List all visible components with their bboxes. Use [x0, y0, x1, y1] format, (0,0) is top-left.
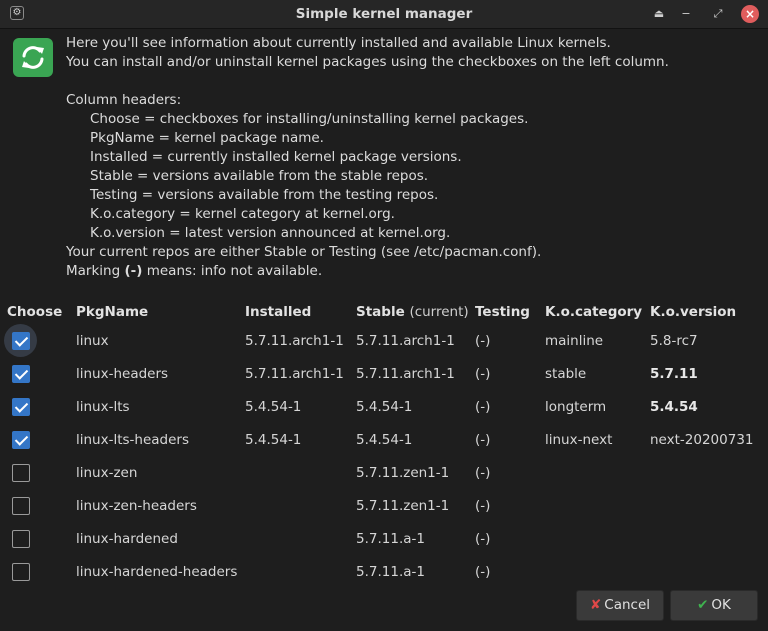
- header-installed: Installed: [245, 304, 312, 320]
- row-checkbox[interactable]: [12, 398, 30, 416]
- cancel-icon: ✘: [589, 597, 602, 613]
- cancel-label: Cancel: [604, 597, 651, 613]
- cell-stable: 5.7.11.zen1-1: [356, 498, 450, 514]
- marking-pre: Marking: [66, 263, 125, 279]
- cell-koversion: 5.4.54: [650, 399, 698, 415]
- column-desc: PkgName = kernel package name.: [90, 130, 324, 146]
- cell-stable: 5.4.54-1: [356, 399, 413, 415]
- header-pkgname: PkgName: [76, 304, 149, 320]
- row-checkbox[interactable]: [12, 365, 30, 383]
- cell-pkgname: linux: [76, 333, 109, 349]
- repos-note: Your current repos are either Stable or …: [66, 244, 542, 260]
- cell-installed: 5.4.54-1: [245, 399, 302, 415]
- cell-testing: (-): [475, 366, 491, 382]
- cell-stable: 5.7.11.zen1-1: [356, 465, 450, 481]
- header-stable: Stable (current): [356, 304, 469, 320]
- marking-post: means: info not available.: [142, 263, 323, 279]
- cell-stable: 5.7.11.arch1-1: [356, 366, 455, 382]
- cell-installed: 5.7.11.arch1-1: [245, 333, 344, 349]
- ok-icon: ✔: [697, 597, 709, 613]
- ok-label: OK: [711, 597, 731, 613]
- cell-testing: (-): [475, 564, 491, 580]
- cell-installed: 5.4.54-1: [245, 432, 302, 448]
- cancel-button[interactable]: ✘ Cancel: [576, 590, 664, 621]
- cell-stable: 5.4.54-1: [356, 432, 413, 448]
- cell-koversion: 5.7.11: [650, 366, 698, 382]
- cell-koversion: next-20200731: [650, 432, 754, 448]
- cell-testing: (-): [475, 531, 491, 547]
- info-line: You can install and/or uninstall kernel …: [66, 54, 669, 70]
- cell-testing: (-): [475, 465, 491, 481]
- info-line: Here you'll see information about curren…: [66, 35, 611, 51]
- cell-testing: (-): [475, 432, 491, 448]
- header-kocategory: K.o.category: [545, 304, 643, 320]
- cell-testing: (-): [475, 333, 491, 349]
- cell-kocategory: stable: [545, 366, 587, 382]
- cell-testing: (-): [475, 399, 491, 415]
- column-desc: Stable = versions available from the sta…: [90, 168, 429, 184]
- marking-symbol: (-): [124, 263, 143, 279]
- cell-kocategory: longterm: [545, 399, 607, 415]
- title-bar: ⚙ Simple kernel manager ⏏ − ⤢ ×: [0, 0, 768, 29]
- ok-button[interactable]: ✔ OK: [670, 590, 758, 621]
- row-checkbox[interactable]: [12, 563, 30, 581]
- cell-stable: 5.7.11.a-1: [356, 564, 425, 580]
- maximize-icon[interactable]: ⤢: [709, 5, 727, 23]
- cell-pkgname: linux-zen-headers: [76, 498, 197, 514]
- cell-kocategory: linux-next: [545, 432, 613, 448]
- cell-pkgname: linux-headers: [76, 366, 169, 382]
- cell-installed: 5.7.11.arch1-1: [245, 366, 344, 382]
- column-desc: K.o.category = kernel category at kernel…: [90, 206, 395, 222]
- header-choose: Choose: [7, 304, 63, 320]
- column-desc: Installed = currently installed kernel p…: [90, 149, 462, 165]
- cell-pkgname: linux-hardened: [76, 531, 178, 547]
- header-stable-label: Stable: [356, 304, 405, 320]
- close-icon[interactable]: ×: [741, 5, 759, 23]
- row-checkbox[interactable]: [12, 530, 30, 548]
- cell-pkgname: linux-lts: [76, 399, 130, 415]
- cell-stable: 5.7.11.arch1-1: [356, 333, 455, 349]
- header-testing: Testing: [475, 304, 530, 320]
- marking-note: Marking (-) means: info not available.: [66, 262, 669, 281]
- header-koversion: K.o.version: [650, 304, 737, 320]
- refresh-icon: [13, 38, 53, 77]
- cell-pkgname: linux-lts-headers: [76, 432, 190, 448]
- row-checkbox[interactable]: [12, 332, 30, 350]
- minimize-icon[interactable]: −: [677, 5, 695, 23]
- cell-stable: 5.7.11.a-1: [356, 531, 425, 547]
- header-stable-suffix: (current): [409, 304, 469, 320]
- row-checkbox[interactable]: [12, 431, 30, 449]
- cell-koversion: 5.8-rc7: [650, 333, 698, 349]
- info-text: Here you'll see information about curren…: [66, 34, 669, 281]
- column-headers-title: Column headers:: [66, 92, 182, 108]
- column-desc: Testing = versions available from the te…: [90, 187, 439, 203]
- cell-pkgname: linux-zen: [76, 465, 138, 481]
- keep-above-icon[interactable]: ⏏: [650, 5, 668, 23]
- cell-testing: (-): [475, 498, 491, 514]
- column-desc: K.o.version = latest version announced a…: [90, 225, 451, 241]
- cell-kocategory: mainline: [545, 333, 604, 349]
- cell-pkgname: linux-hardened-headers: [76, 564, 238, 580]
- row-checkbox[interactable]: [12, 497, 30, 515]
- row-checkbox[interactable]: [12, 464, 30, 482]
- column-desc: Choose = checkboxes for installing/unins…: [90, 111, 529, 127]
